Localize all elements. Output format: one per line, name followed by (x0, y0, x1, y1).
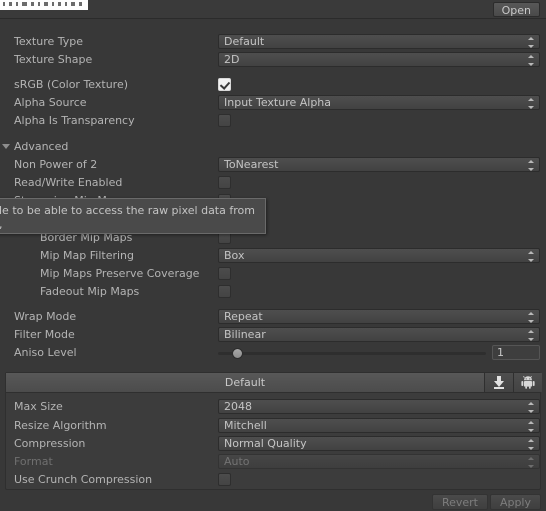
chevron-updown-icon (528, 55, 535, 66)
dropdown-field[interactable]: Input Texture Alpha (218, 95, 540, 110)
dropdown-field[interactable]: Normal Quality (218, 436, 540, 451)
row-label: Non Power of 2 (14, 158, 98, 171)
tab-standalone[interactable] (484, 373, 513, 392)
row-label: Aniso Level (14, 346, 77, 359)
checkbox[interactable] (218, 114, 231, 127)
setting-row: Aniso Level 1 (0, 344, 546, 362)
dropdown-field: Auto (218, 454, 540, 469)
tooltip-popup: le to be able to access the raw pixel da… (0, 198, 266, 234)
dropdown-field[interactable]: ToNearest (218, 157, 540, 172)
setting-row: Non Power of 2 ToNearest (0, 156, 546, 174)
platform-setting-row: Use Crunch Compression (0, 471, 546, 489)
open-button[interactable]: Open (492, 2, 540, 17)
chevron-updown-icon (528, 160, 535, 171)
tooltip-line-1: le to be able to access the raw pixel da… (0, 204, 255, 217)
row-label: Texture Type (14, 35, 84, 48)
dropdown-value: Normal Quality (224, 437, 307, 450)
dropdown-value: Mitchell (224, 419, 267, 432)
row-label: Alpha Is Transparency (14, 114, 135, 127)
numeric-input[interactable]: 1 (492, 345, 540, 360)
slider-track[interactable] (218, 352, 486, 355)
setting-row: Fadeout Mip Maps (0, 283, 546, 301)
dropdown-value: Input Texture Alpha (224, 96, 332, 109)
row-label: Format (14, 455, 53, 468)
row-label: Max Size (14, 400, 63, 413)
apply-button[interactable]: Apply (489, 494, 541, 510)
tab-android[interactable] (513, 373, 542, 392)
dropdown-field[interactable]: Mitchell (218, 418, 540, 433)
dropdown-field[interactable]: Box (218, 248, 540, 263)
chevron-updown-icon (528, 98, 535, 109)
setting-row: Texture Type Default (0, 33, 546, 51)
platform-setting-row: Compression Normal Quality (0, 435, 546, 453)
row-label: Wrap Mode (14, 310, 77, 323)
dropdown-value: 2D (224, 53, 240, 66)
checkbox[interactable] (218, 78, 231, 91)
dropdown-field[interactable]: Repeat (218, 309, 540, 324)
chevron-updown-icon (528, 312, 535, 323)
row-label: Compression (14, 437, 86, 450)
dropdown-value: Auto (224, 455, 250, 468)
chevron-updown-icon (528, 402, 535, 413)
row-label: Filter Mode (14, 328, 75, 341)
setting-row: Wrap Mode Repeat (0, 308, 546, 326)
dropdown-field[interactable]: Bilinear (218, 327, 540, 342)
platform-setting-row: Max Size 2048 (0, 398, 546, 416)
platform-setting-row: Resize Algorithm Mitchell (0, 417, 546, 435)
setting-row: sRGB (Color Texture) (0, 76, 546, 94)
chevron-updown-icon (528, 457, 535, 468)
setting-row: Alpha Is Transparency (0, 112, 546, 130)
chevron-updown-icon (528, 330, 535, 341)
row-label: sRGB (Color Texture) (14, 78, 129, 91)
slider-handle[interactable] (232, 348, 243, 359)
row-label: Mip Maps Preserve Coverage (40, 267, 200, 280)
cropped-overlay-fragment (0, 0, 88, 10)
tab-default[interactable]: Default (6, 373, 484, 392)
dropdown-field[interactable]: 2D (218, 52, 540, 67)
tooltip-line-2: , (0, 218, 3, 231)
platform-tab-bar: Default (6, 373, 542, 393)
checkbox[interactable] (218, 285, 231, 298)
dropdown-field[interactable]: 2048 (218, 399, 540, 414)
dropdown-value: Default (224, 35, 265, 48)
dropdown-value: Bilinear (224, 328, 266, 341)
row-label: Advanced (14, 140, 69, 153)
dropdown-value: 2048 (224, 400, 252, 413)
setting-row: Mip Maps Preserve Coverage (0, 265, 546, 283)
chevron-updown-icon (528, 439, 535, 450)
row-label: Read/Write Enabled (14, 176, 123, 189)
numeric-value: 1 (497, 346, 504, 359)
chevron-updown-icon (528, 421, 535, 432)
checkbox[interactable] (218, 176, 231, 189)
revert-button[interactable]: Revert (431, 494, 488, 510)
setting-row: Filter Mode Bilinear (0, 326, 546, 344)
checkbox[interactable] (218, 473, 231, 486)
platform-setting-row: Format Auto (0, 453, 546, 471)
setting-row: Texture Shape 2D (0, 51, 546, 69)
row-label: Texture Shape (14, 53, 93, 66)
inspector-topbar: Open (0, 0, 546, 19)
row-label: Resize Algorithm (14, 419, 107, 432)
chevron-updown-icon (528, 251, 535, 262)
setting-row: Advanced (0, 138, 546, 156)
row-label: Fadeout Mip Maps (40, 285, 140, 298)
row-label: Alpha Source (14, 96, 87, 109)
dropdown-field[interactable]: Default (218, 34, 540, 49)
setting-row: Alpha Source Input Texture Alpha (0, 94, 546, 112)
setting-row: Mip Map Filtering Box (0, 247, 546, 265)
dropdown-value: Box (224, 249, 245, 262)
dropdown-value: ToNearest (224, 158, 279, 171)
setting-row: Read/Write Enabled (0, 174, 546, 192)
row-label: Use Crunch Compression (14, 473, 153, 486)
dropdown-value: Repeat (224, 310, 263, 323)
row-label: Mip Map Filtering (40, 249, 134, 262)
checkbox[interactable] (218, 267, 231, 280)
chevron-updown-icon (528, 37, 535, 48)
chevron-down-icon[interactable] (2, 144, 10, 149)
